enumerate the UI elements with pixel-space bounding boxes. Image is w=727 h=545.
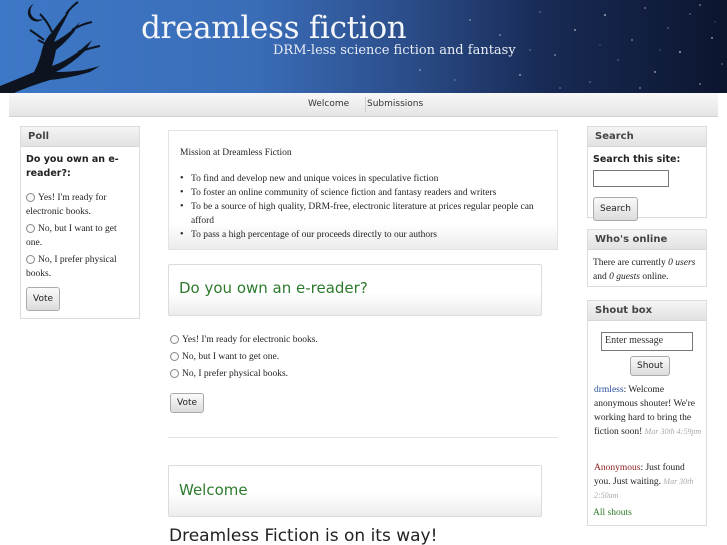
online-text-suffix: online. xyxy=(639,272,669,282)
list-item: To foster an online community of science… xyxy=(180,186,550,200)
whos-online-title: Who's online xyxy=(588,230,706,250)
vote-button[interactable]: Vote xyxy=(26,287,61,311)
whos-online-block: Who's online There are currently 0 users… xyxy=(587,229,707,287)
vote-button[interactable]: Vote xyxy=(170,393,205,413)
site-header: dreamless fiction DRM-less science ficti… xyxy=(0,0,727,93)
nav-item-welcome[interactable]: Welcome xyxy=(308,99,349,109)
poll-heading[interactable]: Do you own an e-reader? xyxy=(179,279,368,297)
poll-choice-label: Yes! I'm ready for electronic books. xyxy=(26,193,107,217)
shoutbox-title: Shout box xyxy=(588,301,706,321)
shout-message: Anonymous: Just found you. Just waiting.… xyxy=(594,461,702,503)
shout-author[interactable]: Anonymous xyxy=(594,463,640,473)
all-shouts-link[interactable]: All shouts xyxy=(593,508,632,518)
poll-choice-label: No, but I want to get one. xyxy=(182,352,280,362)
radio-button[interactable] xyxy=(170,335,179,345)
poll-choice[interactable]: Yes! I'm ready for electronic books. xyxy=(170,333,318,347)
shout-message: drmless: Welcome anonymous shouter! We'r… xyxy=(594,383,702,439)
poll-choice[interactable]: Yes! I'm ready for electronic books. xyxy=(26,191,134,219)
search-block: Search Search this site: Search xyxy=(587,126,707,221)
online-text-mid: and xyxy=(593,272,610,282)
poll-block-title: Poll xyxy=(21,127,139,147)
search-button[interactable]: Search xyxy=(593,197,638,221)
radio-button[interactable] xyxy=(170,369,179,379)
online-guests-count: 0 guests xyxy=(609,272,640,282)
poll-choice-label: No, I prefer physical books. xyxy=(26,255,117,279)
online-users-count: 0 users xyxy=(668,258,696,268)
welcome-heading[interactable]: Welcome xyxy=(179,481,248,499)
search-block-title: Search xyxy=(588,127,706,147)
search-label: Search this site: xyxy=(593,154,681,165)
poll-choice-label: Yes! I'm ready for electronic books. xyxy=(182,335,318,345)
shout-timestamp: Mar 30th 4:59pm xyxy=(644,427,702,436)
mission-box: Mission at Dreamless Fiction To find and… xyxy=(168,130,558,250)
poll-choice[interactable]: No, I prefer physical books. xyxy=(170,367,318,381)
poll-choice[interactable]: No, but I want to get one. xyxy=(170,350,318,364)
welcome-heading-box: Welcome xyxy=(168,465,542,517)
shout-message-input[interactable]: Enter message xyxy=(601,332,693,351)
article-headline: Dreamless Fiction is on its way! xyxy=(169,526,438,545)
tree-moon-logo xyxy=(0,1,101,93)
main-poll-choices: Yes! I'm ready for electronic books. No,… xyxy=(170,333,318,381)
radio-button[interactable] xyxy=(26,224,35,234)
radio-button[interactable] xyxy=(170,352,179,362)
nav-divider xyxy=(365,97,366,112)
poll-choice[interactable]: No, I prefer physical books. xyxy=(26,253,134,281)
primary-nav: Welcome Submissions xyxy=(9,93,718,117)
online-text-prefix: There are currently xyxy=(593,258,669,268)
list-item: To pass a high percentage of our proceed… xyxy=(180,228,550,242)
poll-choice[interactable]: No, but I want to get one. xyxy=(26,222,134,250)
mission-title: Mission at Dreamless Fiction xyxy=(180,148,292,158)
divider xyxy=(168,437,558,438)
mission-list: To find and develop new and unique voice… xyxy=(180,172,550,242)
shoutbox-block: Shout box Enter message Shout drmless: W… xyxy=(587,300,707,526)
radio-button[interactable] xyxy=(26,255,35,265)
shout-author[interactable]: drmless xyxy=(594,385,624,395)
search-input[interactable] xyxy=(593,170,669,187)
poll-choice-label: No, but I want to get one. xyxy=(26,224,117,248)
list-item: To be a source of high quality, DRM-free… xyxy=(180,200,550,228)
shout-button[interactable]: Shout xyxy=(630,356,671,376)
radio-button[interactable] xyxy=(26,193,35,203)
poll-heading-box: Do you own an e-reader? xyxy=(168,264,542,316)
poll-block: Poll Do you own an e-reader?: Yes! I'm r… xyxy=(20,126,140,319)
site-name[interactable]: dreamless fiction xyxy=(141,10,407,46)
poll-question: Do you own an e-reader?: xyxy=(26,154,119,179)
nav-item-submissions[interactable]: Submissions xyxy=(367,99,423,109)
whos-online-text: There are currently 0 users and 0 guests… xyxy=(588,250,706,290)
site-slogan: DRM-less science fiction and fantasy xyxy=(273,43,516,58)
poll-choice-label: No, I prefer physical books. xyxy=(182,369,289,379)
list-item: To find and develop new and unique voice… xyxy=(180,172,550,186)
